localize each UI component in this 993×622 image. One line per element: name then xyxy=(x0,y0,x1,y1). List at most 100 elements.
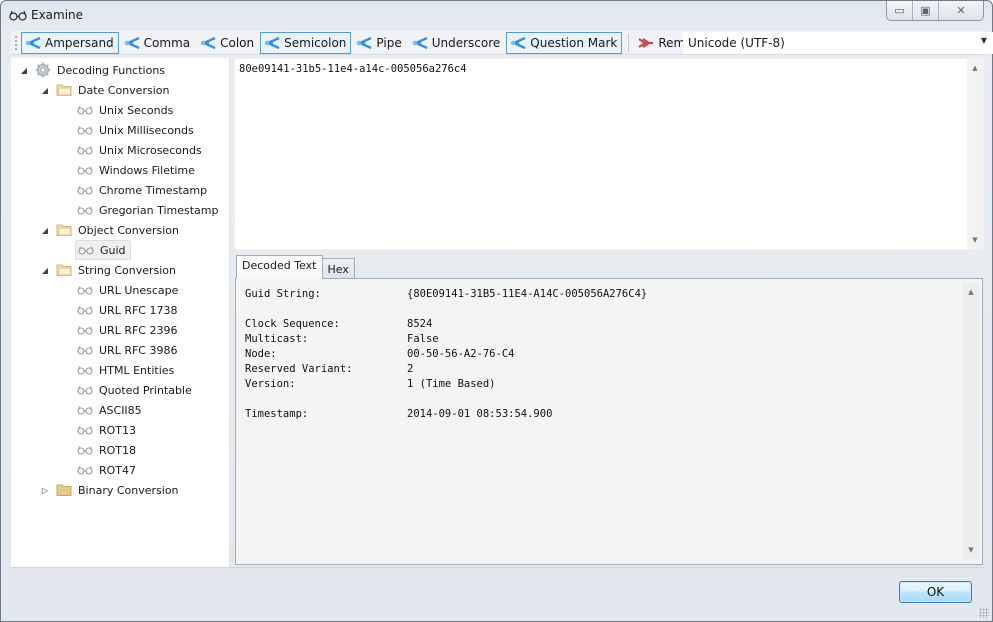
scroll-up-icon[interactable]: ▲ xyxy=(963,285,979,299)
output-value: 2014-09-01 08:53:54.900 xyxy=(407,408,553,420)
split-button-label: Ampersand xyxy=(45,35,114,50)
split-icon xyxy=(264,36,280,49)
encoding-select[interactable]: Unicode (UTF-8) ▼ xyxy=(683,32,993,54)
glasses-icon xyxy=(9,10,27,21)
glasses-icon xyxy=(78,246,94,255)
scroll-down-icon[interactable]: ▼ xyxy=(963,543,979,557)
window-controls: ▭ ▣ ✕ xyxy=(886,1,984,21)
gear-icon xyxy=(35,62,51,78)
tree-item-url-unescape[interactable]: URL Unescape xyxy=(77,280,178,300)
tree-item-guid[interactable]: Guid xyxy=(75,240,131,260)
tree-item-unix-seconds[interactable]: Unix Seconds xyxy=(77,100,173,120)
tree-item-unix-milliseconds[interactable]: Unix Milliseconds xyxy=(77,120,194,140)
tree-item-rot18[interactable]: ROT18 xyxy=(77,440,136,460)
split-icon xyxy=(25,36,41,49)
tree-node-label: HTML Entities xyxy=(99,363,175,377)
input-scrollbar[interactable]: ▲ ▼ xyxy=(967,59,983,249)
tree-node-label: String Conversion xyxy=(78,263,176,277)
expanded-arrow-icon[interactable]: ◢ xyxy=(40,226,50,235)
decoding-functions-tree: ◢ Decoding Functions ◢ Date Conversion Unix … xyxy=(11,58,230,567)
expanded-arrow-icon[interactable]: ◢ xyxy=(40,266,50,275)
minimize-button[interactable]: ▭ xyxy=(887,1,913,20)
glasses-icon xyxy=(77,386,93,395)
output-key: Guid String: xyxy=(245,288,321,300)
tree-item-rot13[interactable]: ROT13 xyxy=(77,420,136,440)
tree-node-label: URL Unescape xyxy=(99,283,179,297)
split-colon-button[interactable]: Colon xyxy=(196,32,259,54)
split-comma-button[interactable]: Comma xyxy=(120,32,195,54)
ok-button[interactable]: OK xyxy=(899,581,972,603)
close-icon: ✕ xyxy=(956,4,966,17)
tree-node-decoding-functions[interactable]: ◢ Decoding Functions xyxy=(19,60,165,80)
output-value: False xyxy=(407,333,439,345)
tab-hex[interactable]: Hex xyxy=(321,258,355,279)
output-tabs: Decoded Text Hex xyxy=(236,255,355,279)
split-icon xyxy=(511,36,526,49)
glasses-icon xyxy=(77,406,93,415)
expanded-arrow-icon[interactable]: ◢ xyxy=(40,86,50,95)
glasses-icon xyxy=(77,186,93,195)
minimize-icon: ▭ xyxy=(894,4,905,17)
toolbar-grip[interactable] xyxy=(14,34,18,51)
output-row: Version: 1 (Time Based) xyxy=(245,378,496,390)
folder-open-icon xyxy=(56,84,72,96)
output-key: Version: xyxy=(245,378,296,390)
tree-item-rot47[interactable]: ROT47 xyxy=(77,460,136,480)
close-button[interactable]: ✕ xyxy=(939,1,983,20)
tab-decoded-text[interactable]: Decoded Text xyxy=(236,255,323,279)
tree-node-label: Decoding Functions xyxy=(57,63,166,77)
glasses-icon xyxy=(77,126,93,135)
split-icon xyxy=(357,36,372,49)
output-row: Timestamp: 2014-09-01 08:53:54.900 xyxy=(245,408,552,420)
tree-item-ascii85[interactable]: ASCII85 xyxy=(77,400,142,420)
tree-node-label: Unix Microseconds xyxy=(99,143,202,157)
scroll-up-icon[interactable]: ▲ xyxy=(967,61,983,75)
tree-node-object-conversion[interactable]: ◢ Object Conversion xyxy=(40,220,179,240)
split-toolbar: Ampersand Comma Colon Semicolon Pipe Undersco… xyxy=(11,31,993,55)
split-ampersand-button[interactable]: Ampersand xyxy=(21,31,119,54)
output-row: Guid String: {80E09141-31B5-11E4-A14C-005… xyxy=(245,288,647,300)
tree-node-label: Guid xyxy=(100,243,126,257)
tree-item-html-entities[interactable]: HTML Entities xyxy=(77,360,174,380)
encoding-value: Unicode (UTF-8) xyxy=(688,36,785,50)
tree-item-quoted-printable[interactable]: Quoted Printable xyxy=(77,380,192,400)
resize-grip[interactable] xyxy=(979,608,989,618)
toolbar-separator xyxy=(628,33,630,52)
scroll-down-icon[interactable]: ▼ xyxy=(967,233,983,247)
glasses-icon xyxy=(77,166,93,175)
split-button-label: Underscore xyxy=(431,35,501,50)
tree-item-windows-filetime[interactable]: Windows Filetime xyxy=(77,160,195,180)
tree-node-string-conversion[interactable]: ◢ String Conversion xyxy=(40,260,176,280)
expanded-arrow-icon[interactable]: ◢ xyxy=(19,66,29,75)
tree-item-unix-microseconds[interactable]: Unix Microseconds xyxy=(77,140,202,160)
tree-node-binary-conversion[interactable]: ▷ Binary Conversion xyxy=(40,480,179,500)
output-key: Multicast: xyxy=(245,333,309,345)
tree-item-url-rfc-1738[interactable]: URL RFC 1738 xyxy=(77,300,177,320)
title-bar: Examine ▭ ▣ ✕ xyxy=(1,1,992,29)
input-textbox[interactable]: 80e09141-31b5-11e4-a14c-005056a276c4 ▲ ▼ xyxy=(234,58,984,250)
split-button-label: Semicolon xyxy=(284,35,347,50)
split-semicolon-button[interactable]: Semicolon xyxy=(260,31,352,54)
collapsed-arrow-icon[interactable]: ▷ xyxy=(40,486,50,495)
split-pipe-button[interactable]: Pipe xyxy=(352,32,406,54)
decoded-output-text[interactable]: Guid String: {80E09141-31B5-11E4-A14C-005… xyxy=(242,283,968,559)
split-button-label: Colon xyxy=(220,35,255,50)
tree-node-label: Date Conversion xyxy=(78,83,170,97)
tree-node-label: Unix Seconds xyxy=(99,103,174,117)
tree-node-label: URL RFC 1738 xyxy=(99,303,178,317)
output-row: Multicast: False xyxy=(245,333,439,345)
split-question-mark-button[interactable]: Question Mark xyxy=(506,31,623,54)
tree-item-url-rfc-2396[interactable]: URL RFC 2396 xyxy=(77,320,177,340)
split-underscore-button[interactable]: Underscore xyxy=(408,32,506,54)
tree-item-url-rfc-3986[interactable]: URL RFC 3986 xyxy=(77,340,177,360)
tree-node-date-conversion[interactable]: ◢ Date Conversion xyxy=(40,80,170,100)
tree-item-gregorian-timestamp[interactable]: Gregorian Timestamp xyxy=(77,200,218,220)
glasses-icon xyxy=(77,466,93,475)
split-icon xyxy=(412,36,428,49)
tree-item-chrome-timestamp[interactable]: Chrome Timestamp xyxy=(77,180,207,200)
split-icon xyxy=(124,36,140,49)
glasses-icon xyxy=(77,306,93,315)
glasses-icon xyxy=(77,146,93,155)
maximize-button[interactable]: ▣ xyxy=(913,1,939,20)
output-scrollbar[interactable]: ▲ ▼ xyxy=(963,283,979,559)
